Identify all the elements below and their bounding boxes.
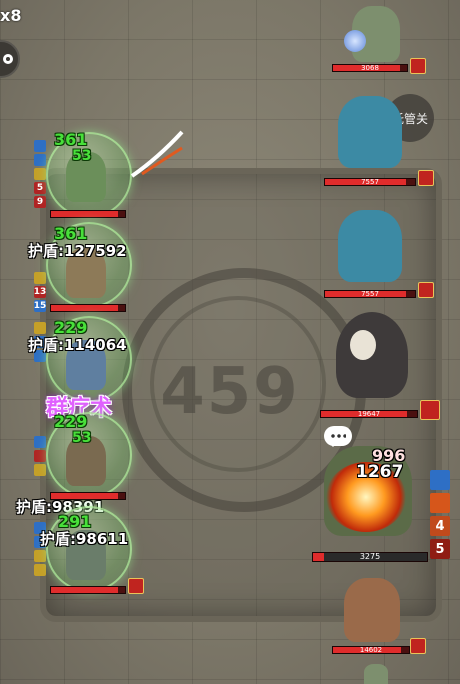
enemy-3-hp-text: 7557 xyxy=(361,290,379,298)
chat-bubble xyxy=(324,426,352,447)
enemy-6-hp-text: 14602 xyxy=(359,646,383,654)
ally-1-heal-number: 361 xyxy=(54,130,88,149)
damage-number-b: 1267 xyxy=(356,462,404,482)
ally-5-hp-bar xyxy=(50,586,126,594)
enemy-5-hp-text: 3275 xyxy=(359,552,381,561)
debuff-stack-count: 4 xyxy=(430,516,450,536)
enemy-6-hp-bar: 14602 xyxy=(332,646,410,654)
rank-badge xyxy=(418,282,434,298)
ally-2-shield-text: 护盾:127592 xyxy=(28,242,127,260)
rank-badge xyxy=(410,638,426,654)
skull-face xyxy=(350,330,376,360)
ally-4-heal-number: 229 xyxy=(54,412,88,431)
ally-2-hp-bar xyxy=(50,304,126,312)
enemy-blue-serpent-a[interactable] xyxy=(338,96,402,168)
hp-fill xyxy=(51,587,118,593)
hp-fill xyxy=(51,211,118,217)
rank-badge xyxy=(418,170,434,186)
settings-button[interactable] xyxy=(0,40,20,78)
buff-icon xyxy=(34,322,46,334)
debuff-icon xyxy=(430,493,450,513)
round-number: 459 xyxy=(160,355,300,429)
buff-stack-count: 5 xyxy=(34,182,46,194)
rank-badge xyxy=(410,58,426,74)
enemy-3-hp-bar: 7557 xyxy=(324,290,416,298)
battle-arena: 459 x8 托管关 5 9 361 53 13 15 361 护盾:12759… xyxy=(0,0,460,684)
enemy-5-debuffs: 4 5 xyxy=(430,470,450,562)
buff-icon xyxy=(34,464,46,476)
buff-stack-count: 13 xyxy=(33,286,47,298)
ally-1-buffs: 5 9 xyxy=(34,140,46,210)
enemy-partial-bottom xyxy=(364,664,388,684)
buff-icon xyxy=(34,140,46,152)
ally-4-heal-number-2: 53 xyxy=(72,430,92,446)
buff-icon xyxy=(34,436,46,448)
enemy-blue-serpent-b[interactable] xyxy=(338,210,402,282)
enemy-1-hp-bar: 3068 xyxy=(332,64,408,72)
speed-toggle[interactable]: x8 xyxy=(0,6,21,25)
buff-stack-count: 15 xyxy=(33,300,47,312)
ally-2-buffs: 13 15 xyxy=(34,272,46,314)
buff-icon xyxy=(34,154,46,166)
debuff-icon xyxy=(430,470,450,490)
debuff-stack-count: 5 xyxy=(430,539,450,559)
scythe-slash-effect xyxy=(128,128,186,180)
rank-badge xyxy=(128,578,144,594)
buff-icon xyxy=(34,450,46,462)
enemy-4-hp-bar: 19647 xyxy=(320,410,418,418)
hp-fill xyxy=(51,305,118,311)
enemy-2-hp-text: 7557 xyxy=(361,178,379,186)
enemy-2-hp-bar: 7557 xyxy=(324,178,416,186)
buff-icon xyxy=(34,564,46,576)
gear-icon xyxy=(3,54,13,64)
ally-5-shield-text: 护盾:98611 xyxy=(40,530,129,548)
enemy-4-hp-text: 19647 xyxy=(357,410,381,418)
enemy-rat-warrior[interactable] xyxy=(344,578,400,642)
buff-icon xyxy=(34,168,46,180)
ally-3-shield-text: 护盾:114064 xyxy=(28,336,127,354)
ally-1-heal-number-2: 53 xyxy=(72,148,92,164)
ally-4-buffs xyxy=(34,436,46,478)
buff-icon xyxy=(34,272,46,284)
ally-1-hp-bar xyxy=(50,210,126,218)
enemy-5-hp-bar: 3275 xyxy=(312,552,428,562)
enemy-1-hp-text: 3068 xyxy=(361,64,379,72)
buff-icon xyxy=(34,550,46,562)
crystal-orb xyxy=(344,30,366,52)
buff-stack-count: 9 xyxy=(34,196,46,208)
rank-badge xyxy=(420,400,440,420)
